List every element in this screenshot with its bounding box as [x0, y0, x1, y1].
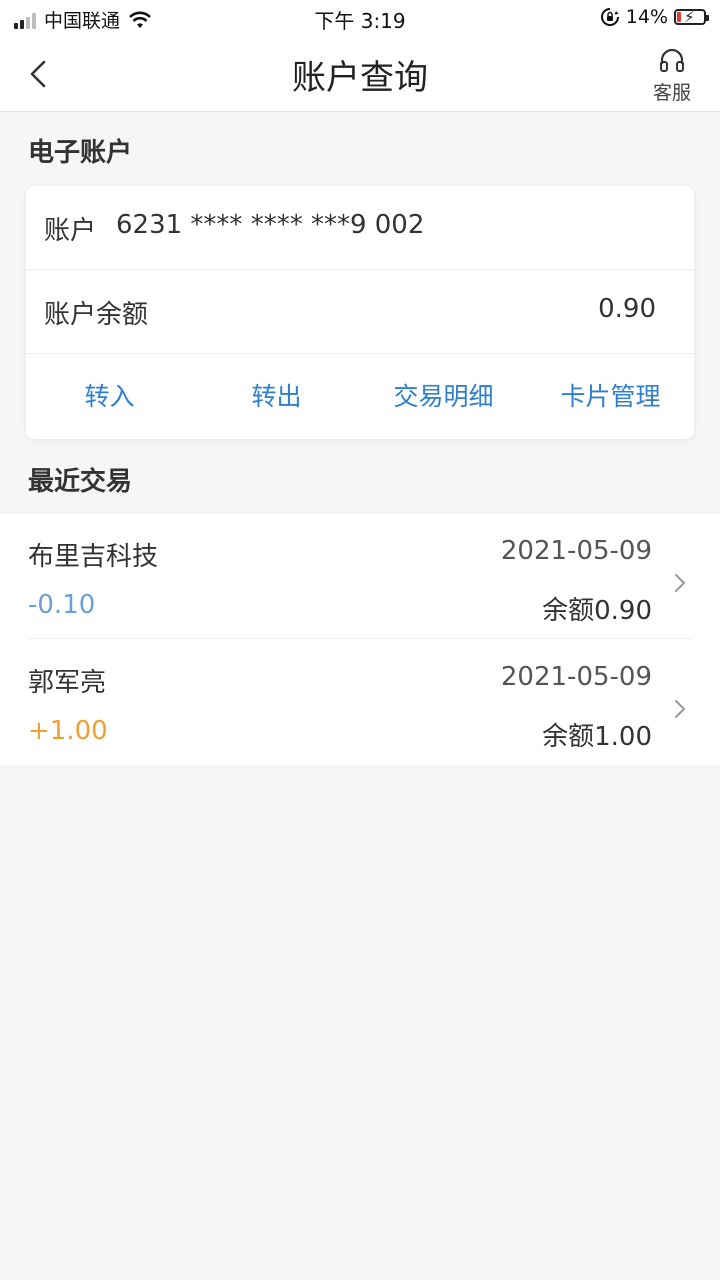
customer-service-button[interactable]: 客服 — [652, 48, 692, 105]
account-actions: 转入 转出 交易明细 卡片管理 — [26, 354, 694, 439]
account-label: 账户 — [44, 216, 97, 246]
transfer-out-button[interactable]: 转出 — [193, 354, 360, 439]
charging-bolt-icon: ⚡ — [684, 8, 695, 26]
battery-icon: ⚡ — [674, 8, 709, 26]
transaction-amount: +1.00 — [28, 716, 108, 746]
chevron-right-icon — [675, 574, 685, 592]
status-bar: 中国联通 下午 3:19 14% ⚡ — [0, 0, 720, 36]
balance-value: 0.90 — [598, 294, 656, 324]
transaction-list: 布里吉科技 2021-05-09 -0.10 余额0.90 郭军亮 2021-0… — [0, 514, 720, 765]
battery-percent: 14% — [625, 6, 668, 28]
transaction-date: 2021-05-09 — [500, 662, 652, 692]
account-card: 账户 6231 **** **** ***9 002 账户余额 0.90 转入 … — [26, 186, 694, 439]
transaction-amount: -0.10 — [28, 590, 96, 620]
transaction-date: 2021-05-09 — [500, 536, 652, 566]
transaction-balance: 余额1.00 — [542, 722, 652, 752]
status-right: 14% ⚡ — [600, 6, 709, 28]
card-management-button[interactable]: 卡片管理 — [527, 354, 694, 439]
divider — [28, 638, 692, 639]
account-number: 6231 **** **** ***9 002 — [116, 210, 425, 240]
recent-section-title: 最近交易 — [28, 467, 133, 497]
transaction-name: 郭军亮 — [28, 668, 107, 698]
transaction-balance: 余额0.90 — [542, 596, 652, 626]
list-item[interactable]: 布里吉科技 2021-05-09 -0.10 余额0.90 — [0, 514, 720, 639]
account-number-row: 账户 6231 **** **** ***9 002 — [26, 186, 694, 270]
transaction-name: 布里吉科技 — [28, 542, 159, 572]
chevron-right-icon — [675, 700, 685, 718]
transaction-details-button[interactable]: 交易明细 — [360, 354, 527, 439]
balance-label: 账户余额 — [44, 300, 149, 330]
nav-bar: 账户查询 客服 — [0, 36, 720, 112]
transfer-in-button[interactable]: 转入 — [26, 354, 193, 439]
page-title: 账户查询 — [292, 58, 428, 98]
account-section-title: 电子账户 — [28, 138, 133, 168]
customer-service-label: 客服 — [652, 82, 691, 104]
orientation-lock-icon — [600, 8, 619, 26]
balance-row: 账户余额 0.90 — [26, 270, 694, 354]
list-item[interactable]: 郭军亮 2021-05-09 +1.00 余额1.00 — [0, 640, 720, 765]
headset-icon — [660, 48, 684, 72]
